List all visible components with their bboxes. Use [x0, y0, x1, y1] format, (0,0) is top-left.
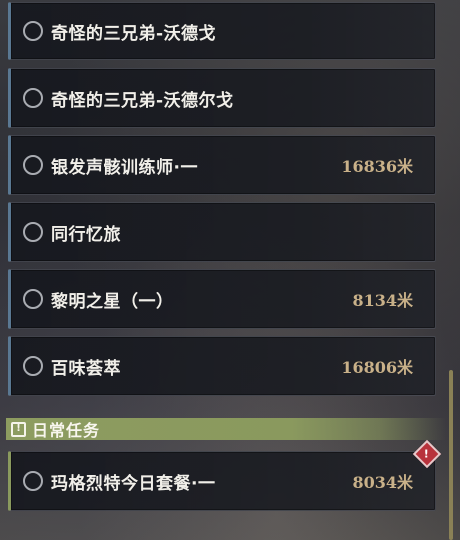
quest-card-2[interactable]: 奇怪的三兄弟-沃德尔戈	[8, 68, 436, 128]
daily-quest-card-1[interactable]: 玛格烈特今日套餐·一 8034米	[8, 451, 436, 511]
quest-radio-icon[interactable]	[23, 21, 43, 41]
quest-distance: 16836米	[341, 157, 413, 176]
quest-card-3[interactable]: 银发声骸训练师·一 16836米	[8, 135, 436, 195]
quest-title: 银发声骸训练师·一	[51, 157, 198, 178]
scrollbar-thumb[interactable]	[449, 370, 453, 540]
daily-section-label: 日常任务	[32, 421, 101, 440]
quest-radio-icon[interactable]	[23, 88, 43, 108]
quest-radio-icon[interactable]	[23, 356, 43, 376]
quest-distance: 8034米	[352, 473, 413, 492]
quest-list: 奇怪的三兄弟-沃德戈 奇怪的三兄弟-沃德尔戈 银发声骸训练师·一 16836米 …	[0, 0, 460, 540]
quest-title: 玛格烈特今日套餐·一	[51, 473, 216, 494]
daily-section-header: ! 日常任务	[6, 418, 446, 440]
quest-distance: 8134米	[352, 291, 413, 310]
quest-title: 同行忆旅	[51, 224, 121, 245]
quest-distance: 16806米	[341, 358, 413, 377]
quest-radio-icon[interactable]	[23, 155, 43, 175]
alert-badge-mark: !	[424, 447, 430, 461]
quest-card-4[interactable]: 同行忆旅	[8, 202, 436, 262]
quest-radio-icon[interactable]	[23, 222, 43, 242]
quest-title: 黎明之星（一）	[51, 291, 174, 312]
exclamation-box-icon: !	[11, 421, 26, 437]
quest-card-6[interactable]: 百味荟萃 16806米	[8, 336, 436, 396]
quest-title: 奇怪的三兄弟-沃德戈	[51, 23, 217, 44]
quest-title: 奇怪的三兄弟-沃德尔戈	[51, 90, 234, 111]
quest-card-5[interactable]: 黎明之星（一） 8134米	[8, 269, 436, 329]
quest-card-1[interactable]: 奇怪的三兄弟-沃德戈	[8, 2, 436, 60]
quest-title: 百味荟萃	[51, 358, 121, 379]
quest-radio-icon[interactable]	[23, 471, 43, 491]
quest-radio-icon[interactable]	[23, 289, 43, 309]
